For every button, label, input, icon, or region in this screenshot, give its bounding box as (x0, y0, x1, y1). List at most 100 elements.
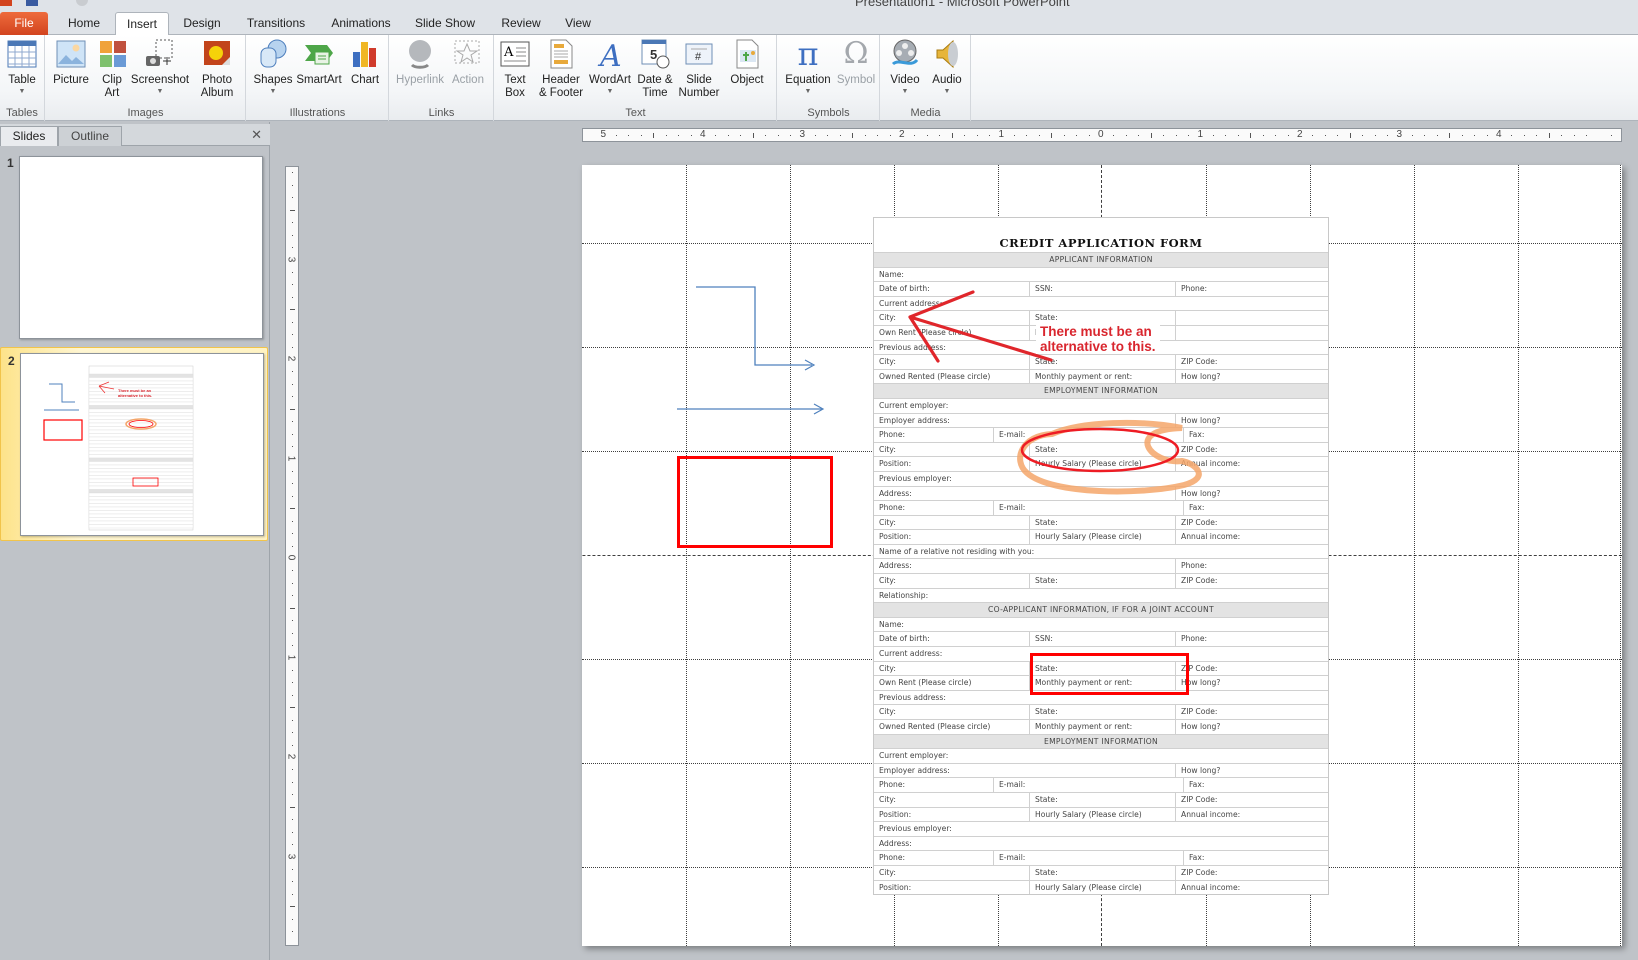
date-time-button[interactable]: 5 Date & Time (635, 38, 675, 100)
ruler-tick (1225, 135, 1227, 136)
ruler-tick (1038, 135, 1040, 136)
header-footer-button[interactable]: Header & Footer (537, 38, 585, 100)
ruler-tick (292, 794, 293, 796)
form-field-label: Name: (879, 619, 904, 629)
form-row: Address: (874, 835, 1328, 851)
object-button[interactable]: Object (725, 38, 769, 87)
ruler-tick (292, 396, 293, 398)
ruler-tick (292, 595, 293, 597)
chart-button[interactable]: Chart (347, 38, 383, 87)
ruler-tick (292, 446, 293, 448)
slide-thumbnail-1[interactable]: 1 (0, 150, 268, 346)
mini-form-row (88, 506, 194, 511)
form-field-label: State: (1030, 574, 1176, 588)
tab-file[interactable]: File (0, 12, 48, 35)
form-field-label (1176, 311, 1328, 325)
screenshot-button[interactable]: Screenshot ▼ (130, 38, 190, 97)
ruler-tick (914, 135, 916, 136)
tab-review[interactable]: Review (495, 12, 547, 35)
tab-view[interactable]: View (557, 12, 599, 35)
ruler-tick (864, 135, 866, 136)
wordart-button[interactable]: A WordArt ▼ (587, 38, 633, 97)
form-section-header: EMPLOYMENT INFORMATION (874, 383, 1328, 398)
horizontal-ruler[interactable]: 5 4 3 2 1 0 1 2 3 4 (582, 128, 1622, 142)
ruler-label: 0 (285, 554, 297, 561)
ruler-tick (1523, 135, 1525, 136)
symbol-button[interactable]: Ω Symbol (836, 38, 876, 87)
ruler-tick (292, 421, 293, 423)
ruler-tick (1088, 135, 1090, 136)
annotation-callout[interactable]: There must be an alternative to this. (1036, 324, 1160, 354)
tab-home[interactable]: Home (58, 12, 110, 35)
slide-number-button[interactable]: # Slide Number (677, 38, 721, 100)
form-row: Previous employer: (874, 470, 1328, 486)
ruler-tick (939, 135, 941, 136)
header-footer-icon (545, 38, 577, 70)
ruler-tick (653, 133, 655, 138)
form-field-label: City: (874, 792, 1030, 807)
form-row: City: State: (874, 310, 1328, 325)
form-field-label: Current employer: (879, 751, 949, 761)
dropdown-caret: ▼ (156, 88, 164, 95)
wordart-icon: A (594, 38, 626, 74)
form-row: Employer address: How long? (874, 762, 1328, 778)
hyperlink-button[interactable]: Hyperlink (394, 38, 446, 87)
red-rectangle-shape[interactable] (677, 456, 833, 548)
ruler-tick (292, 844, 293, 846)
mini-form-row (88, 377, 194, 382)
group-label-media: Media (910, 107, 941, 119)
clip-art-button[interactable]: Clip Art (98, 38, 126, 100)
ruler-tick (690, 135, 692, 136)
ruler-tick (292, 632, 293, 634)
tab-transitions[interactable]: Transitions (240, 12, 312, 35)
smartart-button[interactable]: SmartArt (295, 38, 343, 87)
mini-form-row (88, 429, 194, 434)
form-field-label: Address: (874, 559, 1176, 574)
photo-album-button[interactable]: Photo Album (194, 38, 240, 100)
ruler-tick (292, 234, 293, 236)
tab-outline[interactable]: Outline (58, 126, 122, 146)
tab-animations[interactable]: Animations (323, 12, 399, 35)
powerpoint-app-icon[interactable] (0, 0, 12, 6)
slide-canvas[interactable]: CREDIT APPLICATION FORM APPLICANT INFORM… (582, 165, 1622, 946)
undo-icon[interactable] (52, 0, 62, 5)
slide-thumbnail-2[interactable]: 2 There must be an alternative to this. (0, 347, 268, 541)
credit-application-form-image[interactable]: CREDIT APPLICATION FORM APPLICANT INFORM… (873, 217, 1329, 896)
picture-button[interactable]: Picture (50, 38, 92, 87)
text-box-button[interactable]: A Text Box (499, 38, 531, 100)
ruler-tick (292, 483, 293, 485)
form-field-label: Hourly Salary (Please circle) (1030, 457, 1176, 471)
close-pane-icon[interactable]: ✕ (251, 127, 262, 143)
redo-icon[interactable] (76, 0, 88, 6)
ruler-tick (1349, 133, 1351, 138)
dropdown-caret: ▼ (901, 88, 909, 95)
form-row: Phone: E-mail: Fax: (874, 427, 1328, 442)
red-rectangle-highlight[interactable] (1030, 653, 1189, 695)
video-button[interactable]: Video ▼ (885, 38, 925, 97)
tab-slides[interactable]: Slides (0, 126, 58, 146)
equation-button[interactable]: π Equation ▼ (782, 38, 834, 97)
slide-number-icon: # (683, 38, 715, 70)
save-icon[interactable] (26, 0, 38, 6)
picture-icon (55, 38, 87, 70)
ruler-tick (877, 135, 879, 136)
ruler-tick (292, 645, 293, 647)
elbow-arrow-connector[interactable] (696, 286, 812, 366)
action-button[interactable]: Action (448, 38, 488, 87)
form-field-label: Annual income: (1181, 809, 1241, 819)
shapes-button[interactable]: Shapes ▼ (252, 38, 294, 97)
audio-button[interactable]: Audio ▼ (927, 38, 967, 97)
tab-slide-show[interactable]: Slide Show (409, 12, 481, 35)
mini-form-row (88, 398, 194, 403)
ruler-label: 3 (285, 853, 297, 859)
form-field-label: Position: (874, 457, 1030, 471)
ruler-tick (292, 682, 293, 684)
arrow-head (813, 403, 825, 415)
vertical-ruler[interactable]: 3 2 1 0 1 2 3 (285, 166, 299, 946)
table-button[interactable]: Table ▼ (3, 38, 41, 97)
ruler-tick (292, 570, 293, 572)
screenshot-icon (144, 38, 176, 70)
form-field-label: Hourly Salary (Please circle) (1030, 530, 1176, 544)
tab-design[interactable]: Design (176, 12, 228, 35)
tab-insert[interactable]: Insert (115, 12, 169, 36)
